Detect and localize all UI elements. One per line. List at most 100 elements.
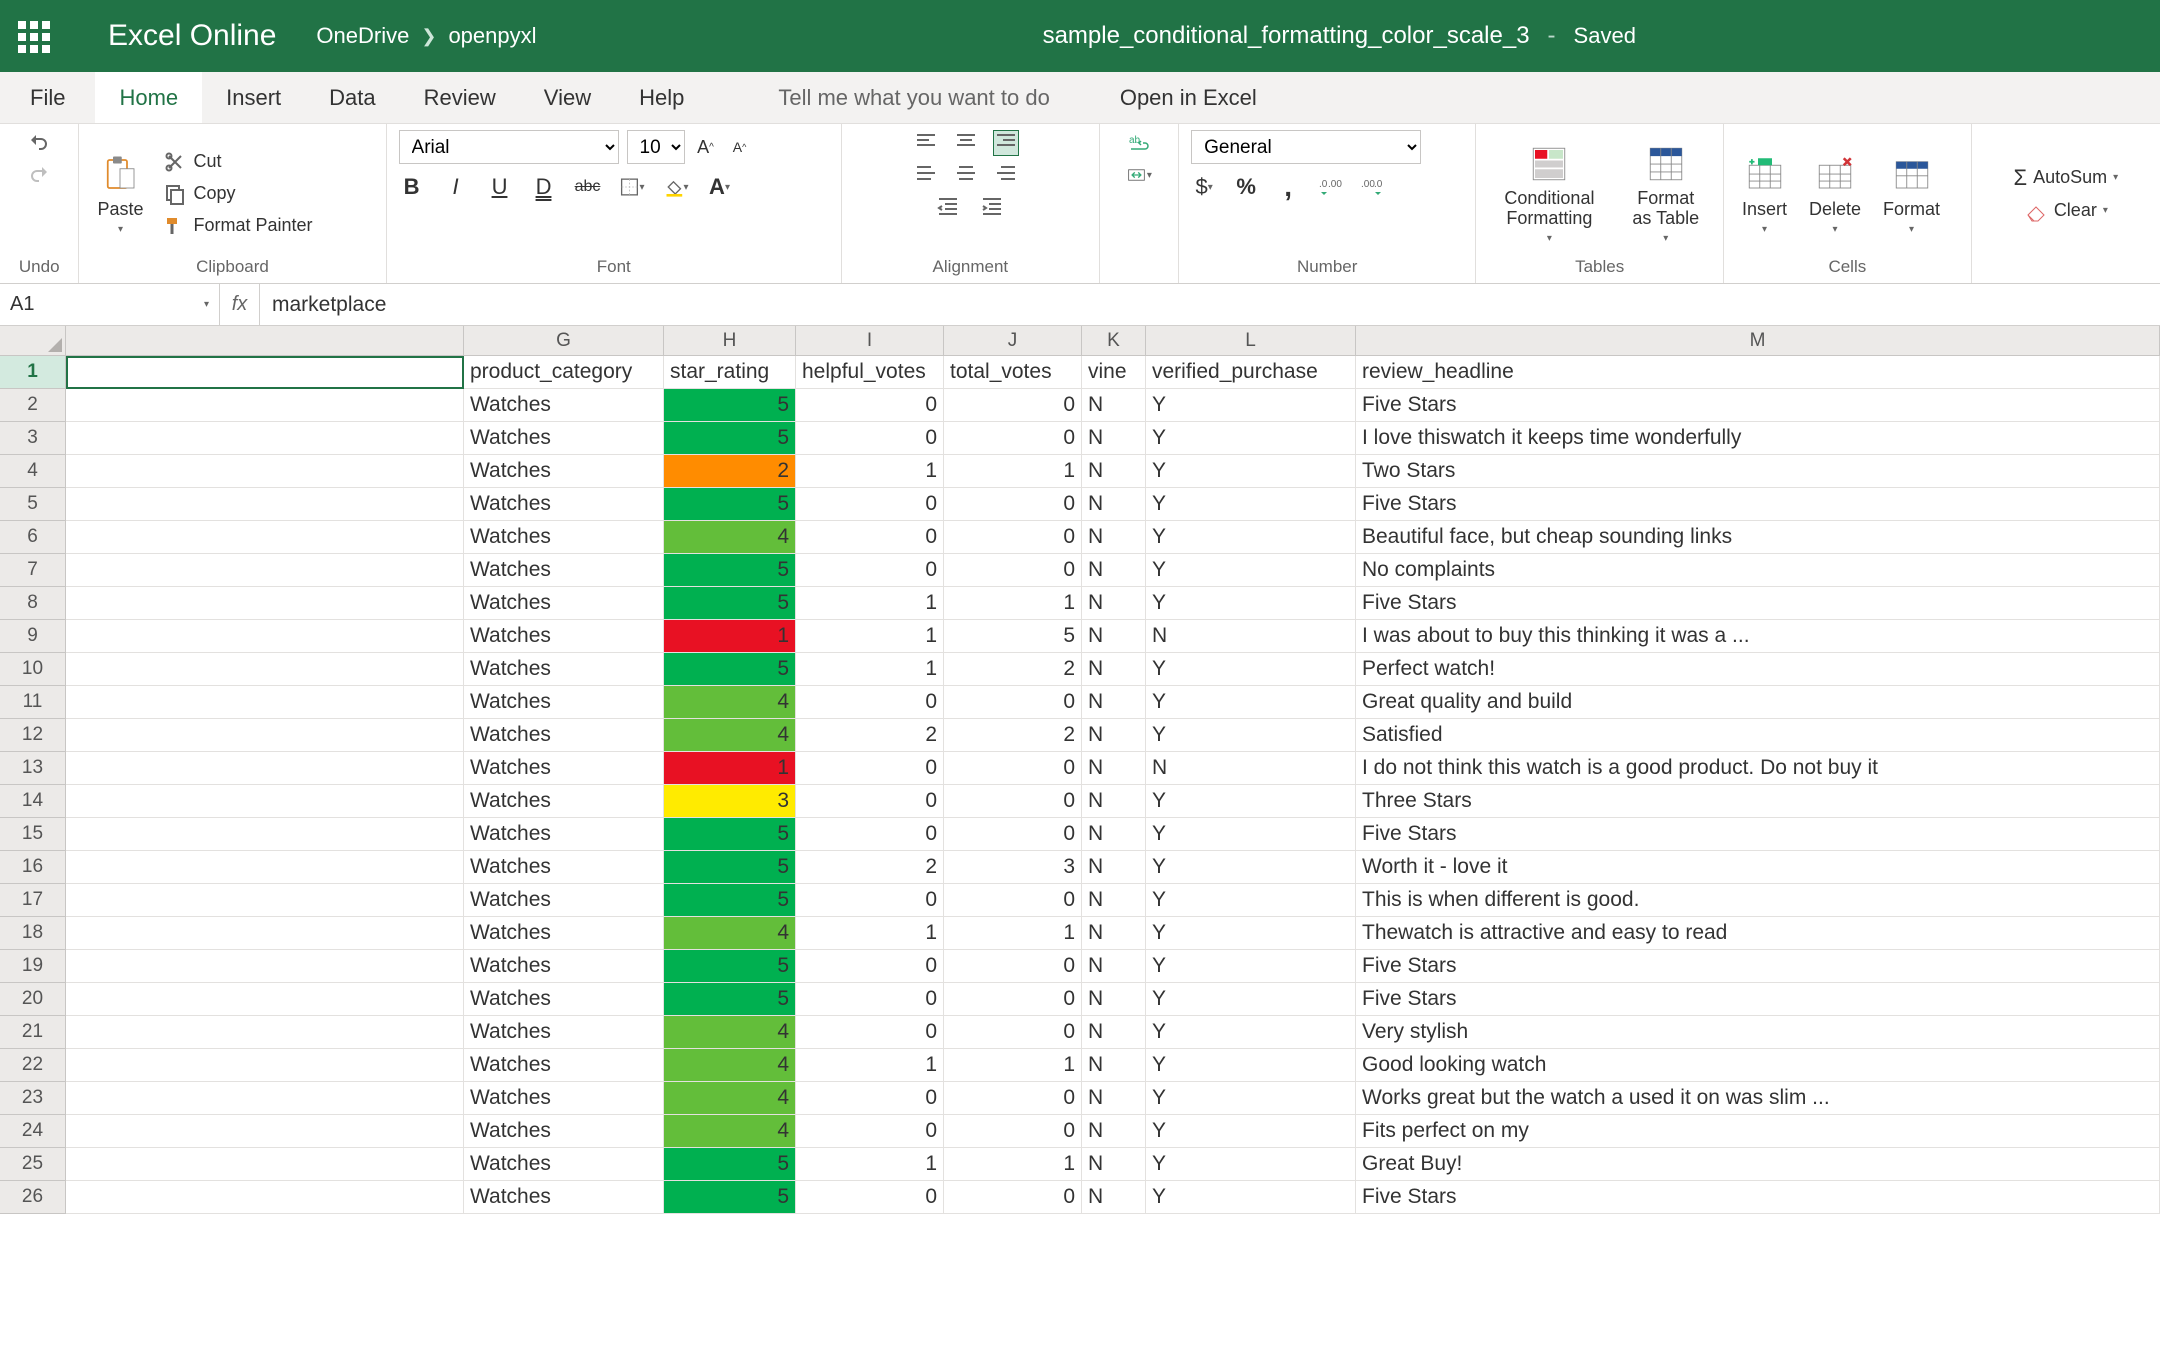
cell[interactable]: 0 — [796, 488, 944, 521]
cell[interactable]: 5 — [664, 1148, 796, 1181]
cell[interactable]: 2 — [664, 455, 796, 488]
cell[interactable]: 0 — [796, 983, 944, 1016]
name-box[interactable]: A1▾ — [0, 284, 220, 325]
cell[interactable]: 5 — [944, 620, 1082, 653]
comma-style-button[interactable]: , — [1275, 174, 1301, 200]
cell[interactable]: Y — [1146, 389, 1356, 422]
align-right-button[interactable] — [993, 160, 1019, 186]
cell[interactable]: Fits perfect on my — [1356, 1115, 2160, 1148]
cell[interactable]: 5 — [664, 950, 796, 983]
italic-button[interactable]: I — [443, 174, 469, 200]
tab-home[interactable]: Home — [95, 72, 202, 123]
cell[interactable]: Y — [1146, 785, 1356, 818]
cell[interactable]: Beautiful face, but cheap sounding links — [1356, 521, 2160, 554]
cell[interactable]: Five Stars — [1356, 983, 2160, 1016]
cell[interactable]: Y — [1146, 1148, 1356, 1181]
breadcrumb[interactable]: OneDrive ❯ openpyxl — [316, 23, 536, 49]
cell[interactable]: star_rating — [664, 356, 796, 389]
cell[interactable]: Watches — [464, 422, 664, 455]
cell[interactable]: product_category — [464, 356, 664, 389]
cell[interactable] — [66, 686, 464, 719]
cell[interactable] — [66, 488, 464, 521]
column-header-G[interactable]: G — [464, 326, 664, 355]
cell[interactable]: 0 — [796, 884, 944, 917]
cell[interactable]: Y — [1146, 917, 1356, 950]
cell[interactable]: 3 — [664, 785, 796, 818]
cell[interactable]: 5 — [664, 488, 796, 521]
tell-me-search[interactable]: Tell me what you want to do — [778, 72, 1049, 123]
row-header[interactable]: 11 — [0, 686, 66, 719]
font-size-select[interactable]: 10 — [627, 130, 685, 164]
align-top-left-button[interactable] — [913, 130, 939, 156]
cell[interactable]: 0 — [944, 785, 1082, 818]
cell[interactable]: 1 — [944, 1049, 1082, 1082]
cell[interactable]: 0 — [796, 818, 944, 851]
cell[interactable] — [66, 587, 464, 620]
cell[interactable]: Five Stars — [1356, 488, 2160, 521]
cell[interactable]: 5 — [664, 389, 796, 422]
cell[interactable]: N — [1082, 1115, 1146, 1148]
align-center-button[interactable] — [953, 160, 979, 186]
cell[interactable]: 1 — [796, 653, 944, 686]
cell[interactable]: 1 — [796, 620, 944, 653]
clear-button[interactable]: Clear▾ — [2020, 197, 2112, 225]
cell[interactable]: N — [1146, 620, 1356, 653]
cell[interactable]: 5 — [664, 884, 796, 917]
cell[interactable]: 1 — [944, 917, 1082, 950]
cell[interactable]: Y — [1146, 1181, 1356, 1214]
document-title[interactable]: sample_conditional_formatting_color_scal… — [1043, 22, 1530, 50]
row-header[interactable]: 13 — [0, 752, 66, 785]
cell[interactable]: Satisfied — [1356, 719, 2160, 752]
column-header-K[interactable]: K — [1082, 326, 1146, 355]
cell[interactable]: N — [1082, 752, 1146, 785]
strikethrough-button[interactable]: abc — [575, 174, 601, 200]
cell[interactable]: Watches — [464, 1016, 664, 1049]
tab-data[interactable]: Data — [305, 72, 399, 123]
row-header[interactable]: 4 — [0, 455, 66, 488]
cell[interactable]: Five Stars — [1356, 587, 2160, 620]
cell[interactable]: N — [1082, 389, 1146, 422]
cell[interactable]: N — [1082, 653, 1146, 686]
cell[interactable]: 1 — [664, 752, 796, 785]
row-header[interactable]: 20 — [0, 983, 66, 1016]
cell[interactable]: Five Stars — [1356, 818, 2160, 851]
cell[interactable]: Watches — [464, 752, 664, 785]
cell[interactable] — [66, 884, 464, 917]
cell[interactable]: 5 — [664, 554, 796, 587]
cell[interactable]: I do not think this watch is a good prod… — [1356, 752, 2160, 785]
cell[interactable]: 0 — [796, 422, 944, 455]
cell[interactable]: 0 — [944, 686, 1082, 719]
cell[interactable]: N — [1082, 917, 1146, 950]
cell[interactable]: Watches — [464, 686, 664, 719]
cell[interactable]: Y — [1146, 950, 1356, 983]
cell[interactable]: 4 — [664, 1082, 796, 1115]
cell[interactable]: Watches — [464, 587, 664, 620]
cell[interactable]: N — [1082, 950, 1146, 983]
row-header[interactable]: 3 — [0, 422, 66, 455]
cell[interactable] — [66, 653, 464, 686]
cell[interactable] — [66, 1115, 464, 1148]
cell[interactable] — [66, 1082, 464, 1115]
cell[interactable]: Five Stars — [1356, 950, 2160, 983]
cell[interactable]: 1 — [944, 1148, 1082, 1181]
format-cells-button[interactable]: Format▾ — [1877, 151, 1946, 237]
cell[interactable]: No complaints — [1356, 554, 2160, 587]
cell[interactable]: 4 — [664, 1115, 796, 1148]
cell[interactable]: 0 — [944, 1016, 1082, 1049]
row-header[interactable]: 1 — [0, 356, 66, 389]
cell[interactable]: Y — [1146, 521, 1356, 554]
cell[interactable]: 2 — [796, 719, 944, 752]
row-header[interactable]: 26 — [0, 1181, 66, 1214]
cell[interactable] — [66, 719, 464, 752]
cell[interactable] — [66, 455, 464, 488]
cell[interactable]: 0 — [796, 686, 944, 719]
cell[interactable]: total_votes — [944, 356, 1082, 389]
cell[interactable]: I love thiswatch it keeps time wonderful… — [1356, 422, 2160, 455]
cell[interactable]: Watches — [464, 521, 664, 554]
conditional-formatting-button[interactable]: Conditional Formatting▾ — [1488, 141, 1610, 246]
open-in-excel-button[interactable]: Open in Excel — [1120, 72, 1257, 123]
row-header[interactable]: 12 — [0, 719, 66, 752]
paste-button[interactable]: Paste ▾ — [91, 151, 149, 237]
cell[interactable]: Y — [1146, 818, 1356, 851]
cell[interactable] — [66, 1181, 464, 1214]
